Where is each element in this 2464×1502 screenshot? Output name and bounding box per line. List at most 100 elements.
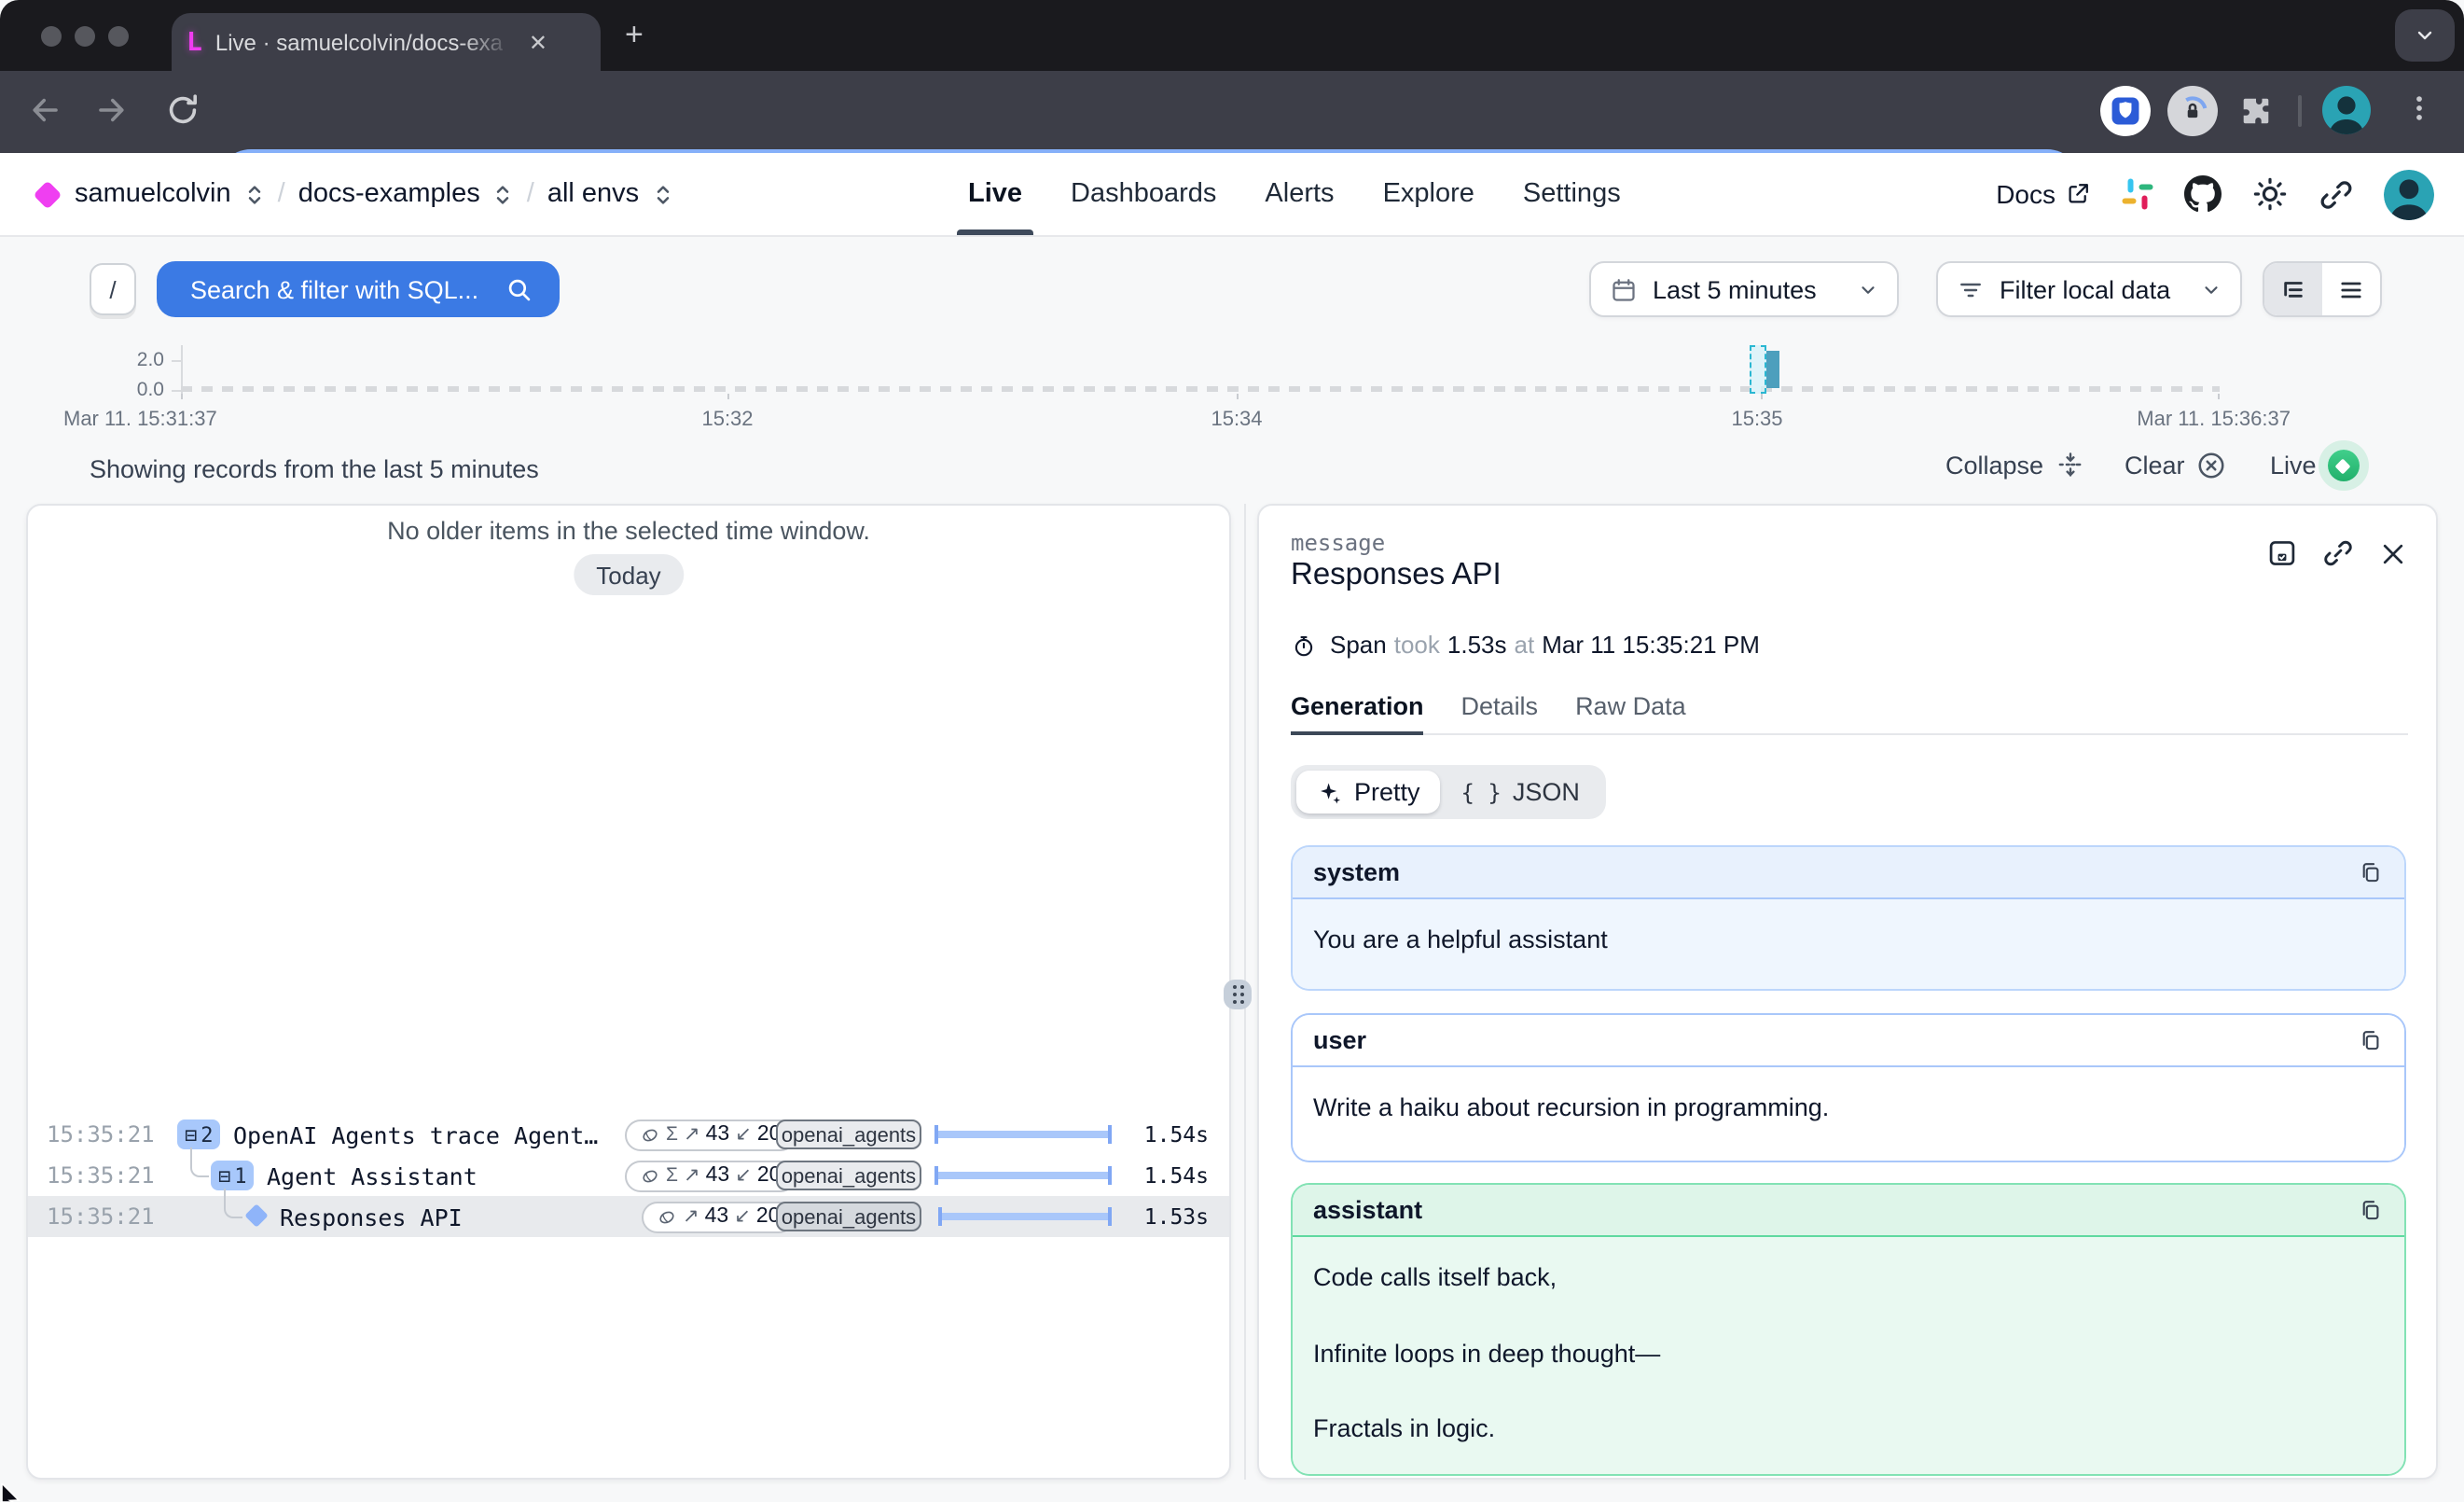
lock-extension-icon[interactable]: [2167, 86, 2218, 136]
close-icon[interactable]: [2378, 538, 2408, 568]
browser-profile-avatar[interactable]: [2322, 86, 2371, 134]
span-title[interactable]: OpenAI Agents trace Agent…: [233, 1121, 598, 1149]
local-filter-dropdown[interactable]: Filter local data: [1936, 261, 2242, 317]
reload-icon[interactable]: [164, 91, 201, 129]
breadcrumb: samuelcolvin / docs-examples / all envs: [75, 153, 672, 235]
tab-close-icon[interactable]: ✕: [529, 29, 547, 55]
breadcrumb-org[interactable]: samuelcolvin: [75, 179, 231, 209]
nav-tab-alerts[interactable]: Alerts: [1265, 153, 1334, 235]
message-card-system: system You are a helpful assistant: [1291, 845, 2406, 990]
pretty-view-button[interactable]: Pretty: [1296, 771, 1441, 814]
time-range-dropdown[interactable]: Last 5 minutes: [1589, 261, 1899, 317]
date-chip[interactable]: Today: [574, 554, 683, 595]
message-card-user: user Write a haiku about recursion in pr…: [1291, 1013, 2406, 1161]
list-view-button[interactable]: [2322, 263, 2380, 315]
window-close-button[interactable]: [41, 26, 62, 47]
duration-value: 1.54s: [1144, 1162, 1209, 1189]
tab-details[interactable]: Details: [1461, 692, 1539, 733]
new-tab-button[interactable]: +: [625, 19, 644, 50]
scope-tag[interactable]: openai_agents: [776, 1161, 921, 1190]
trace-list-panel: No older items in the selected time wind…: [26, 504, 1231, 1480]
x-tick-label: Mar 11. 15:31:37: [63, 409, 217, 431]
live-label: Live: [2270, 452, 2317, 480]
role-label: assistant: [1313, 1196, 1422, 1224]
trace-row-selected[interactable]: 15:35:21 Responses API ↗43 ↙20 openai_ag…: [28, 1196, 1229, 1237]
detail-title: Responses API: [1291, 558, 1502, 593]
pretty-label: Pretty: [1354, 778, 1420, 806]
token-usage-pill[interactable]: Σ ↗43 ↙20: [625, 1119, 796, 1150]
select-chevrons-icon[interactable]: [244, 180, 265, 208]
token-coin-icon: [657, 1206, 677, 1227]
slack-icon[interactable]: [2121, 177, 2154, 211]
search-filter-button[interactable]: Search & filter with SQL...: [157, 261, 559, 317]
copy-icon[interactable]: [2358, 859, 2384, 885]
collapse-button[interactable]: Collapse: [1945, 450, 2084, 480]
breadcrumb-project[interactable]: docs-examples: [298, 179, 480, 209]
token-usage-pill[interactable]: ↗43 ↙20: [642, 1201, 795, 1232]
copy-icon[interactable]: [2358, 1027, 2384, 1053]
nav-tab-dashboards[interactable]: Dashboards: [1071, 153, 1216, 235]
span-title[interactable]: Responses API: [280, 1203, 463, 1231]
nav-tab-explore[interactable]: Explore: [1383, 153, 1474, 235]
sigma-icon: Σ: [666, 1123, 678, 1146]
clear-button[interactable]: Clear: [2125, 450, 2228, 481]
select-chevrons-icon[interactable]: [652, 180, 672, 208]
screen: L Live · samuelcolvin/docs-exa ✕ + logfi…: [0, 0, 2464, 1502]
github-icon[interactable]: [2184, 175, 2222, 213]
x-tick-mark: [1237, 394, 1239, 399]
tree-view-button[interactable]: [2264, 263, 2322, 315]
user-avatar[interactable]: [2384, 169, 2434, 219]
slash-shortcut-key[interactable]: /: [90, 263, 136, 315]
browser-tab-strip: L Live · samuelcolvin/docs-exa ✕ +: [0, 0, 2464, 71]
collapse-children-badge[interactable]: ⊟1: [211, 1161, 255, 1190]
tokens-in-arrow-icon: ↙: [735, 1123, 752, 1146]
tree-connector: [190, 1147, 209, 1177]
span-duration: 1.53s: [1447, 631, 1507, 659]
scope-tag[interactable]: openai_agents: [776, 1120, 921, 1149]
forward-icon[interactable]: [93, 91, 131, 129]
theme-sun-icon[interactable]: [2251, 175, 2289, 213]
collapse-box-icon: ⊟: [218, 1163, 230, 1188]
scope-tag[interactable]: openai_agents: [776, 1202, 921, 1231]
browser-menu-kebab-icon[interactable]: [2402, 91, 2436, 125]
duration-bar: [934, 1121, 1112, 1147]
braces-icon: { }: [1461, 779, 1502, 805]
timeline-bar[interactable]: [1766, 351, 1779, 388]
nav-tab-live[interactable]: Live: [968, 153, 1022, 235]
share-link-icon[interactable]: [2319, 176, 2354, 212]
tab-raw-data[interactable]: Raw Data: [1575, 692, 1686, 733]
timeline-selection[interactable]: [1750, 345, 1766, 394]
role-label: system: [1313, 858, 1400, 886]
timeline-baseline: [181, 386, 2220, 392]
span-title[interactable]: Agent Assistant: [267, 1162, 478, 1190]
back-icon[interactable]: [26, 91, 63, 129]
window-zoom-button[interactable]: [108, 26, 129, 47]
collapse-children-badge[interactable]: ⊟2: [177, 1120, 221, 1149]
tab-generation[interactable]: Generation: [1291, 692, 1424, 733]
panel-resize-handle[interactable]: [1224, 980, 1252, 1009]
nav-tab-settings[interactable]: Settings: [1523, 153, 1621, 235]
y-tick-mark: [172, 359, 181, 361]
json-view-button[interactable]: { } JSON: [1441, 771, 1600, 814]
browser-tab[interactable]: L Live · samuelcolvin/docs-exa ✕: [172, 13, 601, 71]
select-chevrons-icon[interactable]: [493, 180, 514, 208]
trace-row[interactable]: 15:35:21 ⊟1 Agent Assistant Σ ↗43 ↙20 op…: [28, 1155, 1229, 1196]
empty-window-notice: No older items in the selected time wind…: [28, 517, 1229, 545]
extensions-puzzle-icon[interactable]: [2238, 93, 2274, 129]
copy-icon[interactable]: [2358, 1197, 2384, 1223]
docs-link[interactable]: Docs: [1996, 179, 2091, 209]
tab-search-button[interactable]: [2395, 9, 2455, 62]
chevron-down-icon: [2201, 279, 2222, 299]
password-manager-extension-icon[interactable]: [2100, 86, 2151, 136]
tree-view-icon: [2279, 275, 2307, 303]
breadcrumb-env[interactable]: all envs: [547, 179, 639, 209]
token-usage-pill[interactable]: Σ ↗43 ↙20: [625, 1160, 796, 1191]
records-status-text: Showing records from the last 5 minutes: [90, 455, 539, 483]
span-timestamp: Mar 11 15:35:21 PM: [1542, 631, 1760, 659]
copy-link-icon[interactable]: [2322, 537, 2354, 569]
open-in-panel-icon[interactable]: [2266, 537, 2298, 569]
live-toggle[interactable]: Live: [2270, 450, 2360, 481]
span-diamond-icon: [244, 1203, 268, 1227]
record-kind-label: message: [1291, 530, 1385, 556]
window-minimize-button[interactable]: [75, 26, 95, 47]
